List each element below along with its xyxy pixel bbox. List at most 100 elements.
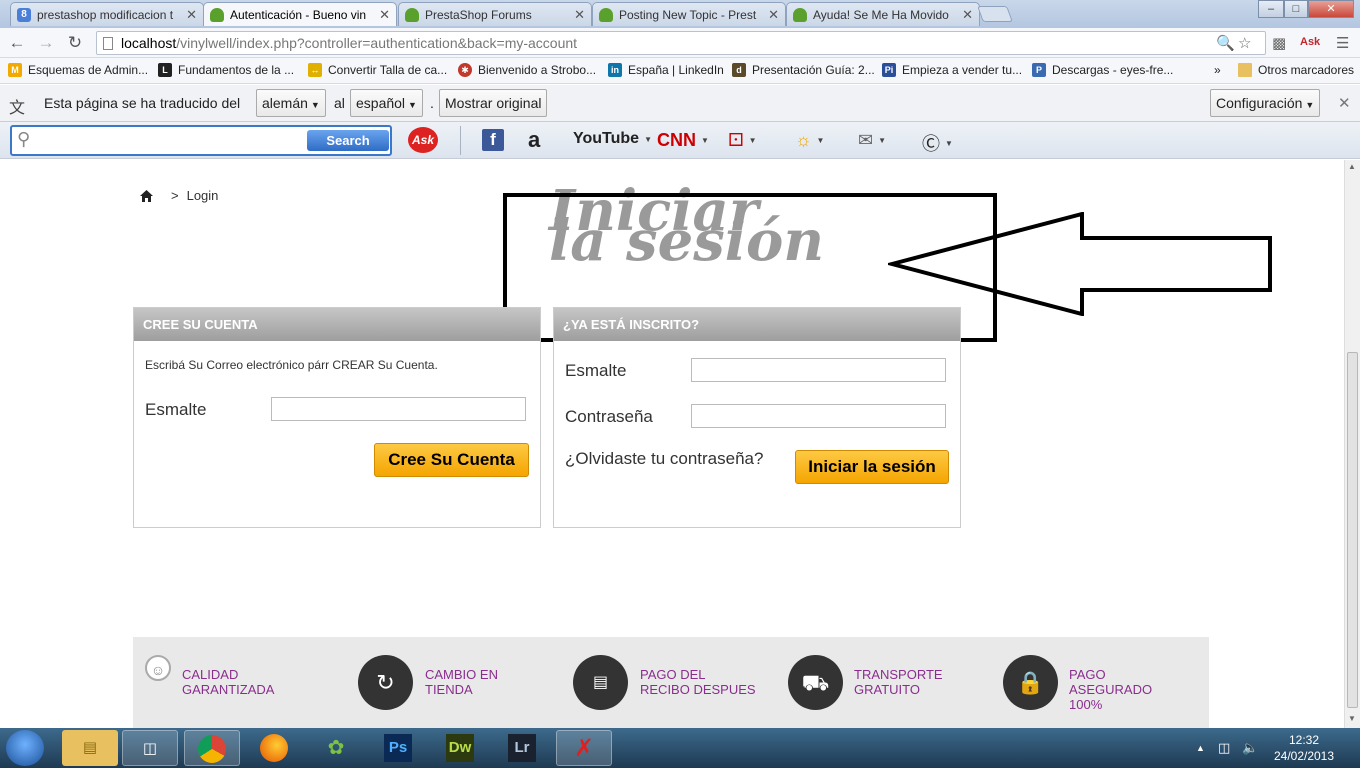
forward-button[interactable]: → — [35, 32, 57, 54]
bookmark-item[interactable]: d Presentación Guía: 2... — [732, 63, 875, 77]
ask-search-button[interactable]: Search — [307, 130, 389, 151]
windows-taskbar: ▤ ◫ ✿ Ps Dw Lr ✗ ▲ ◫ 🔈 12:32 24/02/2013 — [0, 728, 1360, 768]
breadcrumb: > Login — [140, 188, 218, 203]
menu-icon[interactable]: ☰ — [1336, 34, 1349, 52]
bookmarks-overflow-button[interactable]: » — [1214, 63, 1221, 77]
tab-title: PrestaShop Forums — [425, 7, 532, 22]
target-language-select[interactable]: español ▼ — [350, 89, 423, 117]
show-original-button[interactable]: Mostrar original — [439, 89, 548, 117]
prestashop-icon — [793, 7, 807, 22]
source-language-select[interactable]: alemán ▼ — [256, 89, 326, 117]
tab-prestashop-forums[interactable]: PrestaShop Forums ✕ — [398, 2, 592, 26]
breadcrumb-current: Login — [186, 188, 219, 203]
close-icon[interactable]: ✕ — [768, 7, 779, 23]
bookmark-item[interactable]: L Fundamentos de la ... — [158, 63, 294, 77]
firefox-icon[interactable] — [246, 730, 302, 766]
amazon-icon[interactable]: a — [528, 127, 540, 153]
close-icon[interactable]: ✕ — [186, 7, 197, 23]
window-close-button[interactable]: ✕ — [1308, 0, 1354, 18]
target-language-value: español — [356, 95, 406, 111]
login-password-input[interactable] — [691, 404, 946, 428]
bookmark-label: Presentación Guía: 2... — [752, 63, 875, 77]
close-icon[interactable]: ✕ — [962, 7, 973, 23]
create-account-panel: CREE SU CUENTA Escribá Su Correo electró… — [133, 307, 541, 528]
translate-message: Esta página se ha traducido del — [44, 95, 241, 111]
bookmark-item[interactable]: ✱ Bienvenido a Strobo... — [458, 63, 596, 77]
create-account-header: CREE SU CUENTA — [134, 308, 540, 341]
dreamweaver-icon[interactable]: Dw — [432, 730, 488, 766]
ask-logo-icon[interactable]: Ask — [408, 127, 438, 153]
bookmark-label: España | LinkedIn — [628, 63, 724, 77]
chevron-down-icon: ▼ — [644, 134, 652, 144]
facebook-icon[interactable]: f — [482, 129, 504, 151]
login-button[interactable]: Iniciar la sesión — [795, 450, 949, 484]
tab-autenticacion[interactable]: Autenticación - Bueno vin ✕ — [203, 2, 397, 26]
translate-config-button[interactable]: Configuración ▼ — [1210, 89, 1321, 117]
zoom-icon[interactable]: 🔍 — [1216, 34, 1235, 52]
bookmark-item[interactable]: M Esquemas de Admin... — [8, 63, 148, 77]
tab-posting-new-topic[interactable]: Posting New Topic - Prest ✕ — [592, 2, 786, 26]
ask-extension-icon[interactable]: Ask — [1300, 36, 1320, 48]
reload-button[interactable]: ↻ — [64, 32, 86, 54]
login-password-label: Contraseña — [565, 407, 653, 426]
explorer-icon[interactable]: ▤ — [62, 730, 118, 766]
clock-date: 24/02/2013 — [1273, 749, 1335, 763]
cnn-button[interactable]: CNN ▼ — [657, 130, 709, 151]
scrollbar-thumb[interactable] — [1347, 352, 1358, 708]
other-bookmarks-folder[interactable]: Otros marcadores — [1238, 63, 1354, 77]
weather-button[interactable]: ☼ ▼ — [795, 130, 824, 151]
create-email-input[interactable] — [271, 397, 526, 421]
bookmark-item[interactable]: ↔ Convertir Talla de ca... — [308, 63, 447, 77]
back-button[interactable]: ← — [6, 32, 28, 54]
tray-expand-icon[interactable]: ▲ — [1196, 743, 1205, 753]
forgot-password-link[interactable]: ¿Olvidaste tu contraseña? — [565, 449, 763, 469]
login-email-input[interactable] — [691, 358, 946, 382]
mail-button[interactable]: ✉ ▼ — [858, 130, 886, 151]
close-icon[interactable]: ✕ — [379, 7, 390, 23]
bookmark-item[interactable]: in España | LinkedIn — [608, 63, 724, 77]
inkscape-icon[interactable]: ✿ — [308, 730, 364, 766]
footer-secure-payment: PAGO ASEGURADO 100% — [1069, 667, 1153, 712]
windows-explorer-window-icon[interactable]: ◫ — [122, 730, 178, 766]
vertical-scrollbar[interactable]: ▲ ▼ — [1344, 160, 1360, 728]
volume-icon[interactable]: 🔈 — [1242, 740, 1258, 756]
home-icon[interactable] — [140, 189, 153, 202]
start-button[interactable] — [6, 730, 44, 766]
tab-title: Autenticación - Bueno vin — [230, 7, 367, 22]
close-icon[interactable]: ✕ — [1338, 94, 1351, 112]
bookmark-item[interactable]: P Descargas - eyes-fre... — [1032, 63, 1173, 77]
network-icon[interactable]: ◫ — [1218, 740, 1230, 756]
create-account-button[interactable]: Cree Su Cuenta — [374, 443, 529, 477]
scroll-up-icon[interactable]: ▲ — [1348, 162, 1356, 171]
dictionary-button[interactable]: Ⓒ ▼ — [922, 130, 953, 156]
scroll-down-icon[interactable]: ▼ — [1348, 714, 1356, 723]
page-icon — [103, 36, 113, 50]
youtube-button[interactable]: YouTube ▼ — [573, 130, 652, 148]
truck-icon: ⛟ — [788, 655, 843, 710]
photoshop-icon[interactable]: Ps — [370, 730, 426, 766]
tab-title: prestashop modificacion t — [37, 7, 174, 22]
quality-icon: ☺ — [145, 655, 171, 681]
bookmark-favicon-icon: ↔ — [308, 63, 322, 77]
system-clock[interactable]: 12:32 24/02/2013 — [1266, 732, 1342, 764]
minimize-button[interactable]: – — [1258, 0, 1284, 18]
bookmark-star-icon[interactable]: ☆ — [1238, 34, 1251, 52]
weather-icon: ☼ — [795, 130, 812, 150]
tab-ayuda[interactable]: Ayuda! Se Me Ha Movido ✕ — [786, 2, 980, 26]
games-button[interactable]: ⚀ ▼ — [728, 130, 757, 151]
signal-bars-icon[interactable]: ▩ — [1272, 34, 1286, 52]
address-bar[interactable]: localhost/vinylwell/index.php?controller… — [96, 31, 1266, 55]
new-tab-button[interactable] — [977, 6, 1013, 22]
login-panel: ¿YA ESTÁ INSCRITO? Esmalte Contraseña ¿O… — [553, 307, 961, 528]
maximize-button[interactable]: □ — [1284, 0, 1308, 18]
bookmarks-bar: M Esquemas de Admin... L Fundamentos de la… — [0, 58, 1360, 84]
tab-prestashop-modificacion[interactable]: 8 prestashop modificacion t ✕ — [10, 2, 204, 26]
bookmark-item[interactable]: Pi Empieza a vender tu... — [882, 63, 1022, 77]
chrome-icon[interactable] — [184, 730, 240, 766]
lightroom-icon[interactable]: Lr — [494, 730, 550, 766]
xampp-icon[interactable]: ✗ — [556, 730, 612, 766]
ask-search-box[interactable]: ⚲ Search — [10, 125, 392, 156]
cash-on-delivery-icon: ▤ — [573, 655, 628, 710]
translate-dot: . — [430, 95, 434, 111]
close-icon[interactable]: ✕ — [574, 7, 585, 23]
